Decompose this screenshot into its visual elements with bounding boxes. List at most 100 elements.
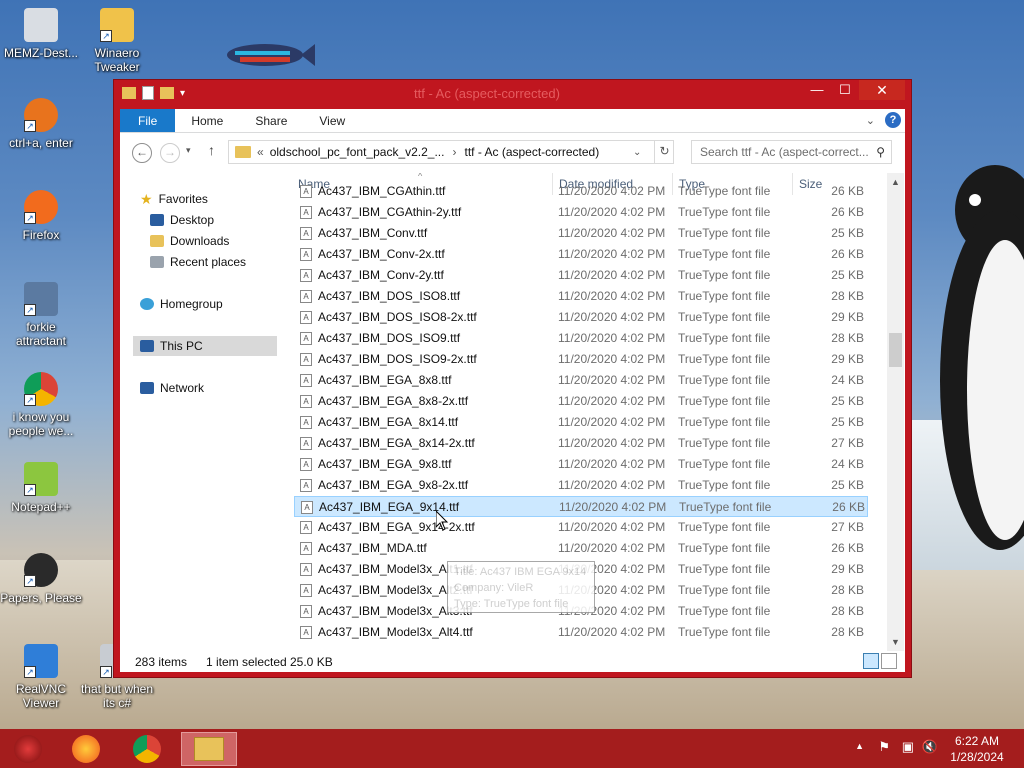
file-size: 26 KB	[831, 205, 864, 219]
file-row[interactable]: A Ac437_IBM_MDA.ttf 11/20/2020 4:02 PM True…	[294, 538, 868, 559]
tab-view[interactable]: View	[303, 109, 361, 132]
large-icons-view-icon[interactable]	[881, 653, 897, 669]
scroll-up-icon[interactable]: ▲	[887, 177, 904, 187]
file-row[interactable]: A Ac437_IBM_DOS_ISO9-2x.ttf 11/20/2020 4:0…	[294, 349, 868, 370]
file-row[interactable]: A Ac437_IBM_EGA_8x8-2x.ttf 11/20/2020 4:02…	[294, 391, 868, 412]
nav-downloads[interactable]: Downloads	[150, 231, 229, 251]
file-row[interactable]: A Ac437_IBM_Conv-2y.ttf 11/20/2020 4:02 PM…	[294, 265, 868, 286]
desktop-icon-forkie[interactable]: ↗ forkie attractant	[0, 282, 82, 348]
title-bar[interactable]: ▾ ttf - Ac (aspect-corrected) — ☐ ✕	[114, 80, 911, 108]
network-tray-icon[interactable]: ▣	[902, 739, 914, 755]
file-row[interactable]: A Ac437_IBM_EGA_8x14-2x.ttf 11/20/2020 4:0…	[294, 433, 868, 454]
action-center-flag-icon[interactable]: ⚑	[878, 739, 890, 755]
window-title: ttf - Ac (aspect-corrected)	[414, 86, 560, 101]
fish-wallpaper	[227, 44, 315, 66]
clock[interactable]: 6:22 AM 1/28/2024	[946, 733, 1008, 765]
nav-recent-places[interactable]: Recent places	[150, 252, 246, 272]
file-row[interactable]: A Ac437_IBM_EGA_9x8.ttf 11/20/2020 4:02 PM…	[294, 454, 868, 475]
desktop-icon-papers-please[interactable]: ↗ Papers, Please	[0, 553, 82, 605]
back-button[interactable]: ←	[132, 143, 152, 163]
up-button[interactable]: ↑	[208, 142, 215, 158]
scroll-thumb[interactable]	[889, 333, 902, 367]
taskbar-firefox[interactable]	[58, 732, 114, 766]
file-row[interactable]: A Ac437_IBM_Conv-2x.ttf 11/20/2020 4:02 PM…	[294, 244, 868, 265]
file-row[interactable]: A Ac437_IBM_DOS_ISO8-2x.ttf 11/20/2020 4:0…	[294, 307, 868, 328]
desktop-icon-ctrl-a[interactable]: ↗ ctrl+a, enter	[0, 98, 82, 150]
file-row[interactable]: A Ac437_IBM_Conv.ttf 11/20/2020 4:02 PM Tru…	[294, 223, 868, 244]
breadcrumb-current[interactable]: ttf - Ac (aspect-corrected)	[464, 145, 599, 159]
desktop-icon-label: Firefox	[22, 228, 60, 242]
nav-homegroup[interactable]: Homegroup	[140, 294, 223, 314]
nav-network[interactable]: Network	[140, 378, 204, 398]
details-view-icon[interactable]	[863, 653, 879, 669]
show-hidden-icons-icon[interactable]: ▲	[855, 741, 864, 751]
desktop-icon-winaero[interactable]: ↗ Winaero Tweaker	[76, 8, 158, 74]
nav-this-pc[interactable]: This PC	[133, 336, 277, 356]
file-type: TrueType font file	[678, 247, 771, 261]
file-size: 26 KB	[831, 247, 864, 261]
desktop-icon-realvnc[interactable]: ↗ RealVNC Viewer	[0, 644, 82, 710]
desktop-icon-memz[interactable]: MEMZ-Dest...	[0, 8, 82, 60]
taskbar: ▲ ⚑ ▣ 🔇 6:22 AM 1/28/2024	[0, 729, 1024, 768]
file-row[interactable]: A Ac437_IBM_EGA_8x14.ttf 11/20/2020 4:02 P…	[294, 412, 868, 433]
file-date: 11/20/2020 4:02 PM	[558, 394, 666, 408]
chevron-down-icon[interactable]: ▾	[180, 88, 185, 99]
maximize-button[interactable]: ☐	[831, 80, 859, 100]
font-file-icon: A	[300, 374, 312, 387]
file-row[interactable]: A Ac437_IBM_EGA_8x8.ttf 11/20/2020 4:02 PM…	[294, 370, 868, 391]
refresh-button[interactable]: ↻	[654, 140, 674, 164]
nav-favorites[interactable]: ★ Favorites	[140, 189, 208, 209]
folder-icon	[235, 146, 251, 158]
file-row[interactable]: A Ac437_IBM_EGA_9x14.ttf 11/20/2020 4:02 P…	[294, 496, 868, 517]
nav-label: Recent places	[170, 255, 247, 269]
breadcrumb-font-pack[interactable]: oldschool_pc_font_pack_v2.2_...	[270, 145, 445, 159]
help-icon[interactable]: ?	[885, 112, 901, 128]
taskbar-chrome[interactable]	[119, 732, 175, 766]
nav-label: Favorites	[158, 192, 208, 206]
tab-home[interactable]: Home	[175, 109, 239, 132]
tab-file[interactable]: File	[120, 109, 176, 132]
file-row[interactable]: A Ac437_IBM_DOS_ISO8.ttf 11/20/2020 4:02 P…	[294, 286, 868, 307]
font-file-icon: A	[300, 227, 312, 240]
start-button[interactable]	[0, 732, 56, 766]
file-size: 26 KB	[831, 184, 864, 198]
volume-muted-icon[interactable]: 🔇	[922, 739, 938, 755]
tab-share[interactable]: Share	[239, 109, 303, 132]
search-input[interactable]: Search ttf - Ac (aspect-correct... ⚲	[691, 140, 892, 164]
file-name: Ac437_IBM_Model3x_Alt4.ttf	[318, 625, 473, 639]
file-type: TrueType font file	[678, 436, 771, 450]
file-row[interactable]: A Ac437_IBM_CGAthin-2y.ttf 11/20/2020 4:02…	[294, 202, 868, 223]
scroll-down-icon[interactable]: ▼	[887, 637, 904, 647]
address-bar[interactable]: « oldschool_pc_font_pack_v2.2_... › ttf …	[228, 140, 674, 164]
file-row[interactable]: A Ac437_IBM_CGAthin.ttf 11/20/2020 4:02 PM…	[294, 181, 868, 202]
forward-button[interactable]: →	[160, 143, 180, 163]
file-name: Ac437_IBM_Conv-2y.ttf	[318, 268, 444, 282]
desktop-icon-notepadpp[interactable]: ↗ Notepad++	[0, 462, 82, 514]
papers-please-icon: ↗	[24, 553, 58, 587]
file-name: Ac437_IBM_Conv-2x.ttf	[318, 247, 445, 261]
file-size: 28 KB	[831, 289, 864, 303]
properties-icon[interactable]	[142, 86, 154, 100]
ribbon: File Home Share View ⌄ ?	[120, 109, 905, 133]
file-row[interactable]: A Ac437_IBM_DOS_ISO9.ttf 11/20/2020 4:02 P…	[294, 328, 868, 349]
taskbar-file-explorer[interactable]	[181, 732, 237, 766]
breadcrumb-overflow[interactable]: «	[257, 145, 264, 159]
vertical-scrollbar[interactable]: ▲ ▼	[887, 173, 904, 651]
new-folder-icon[interactable]	[160, 87, 174, 99]
desktop-icon-firefox[interactable]: ↗ Firefox	[0, 190, 82, 242]
expand-ribbon-icon[interactable]: ⌄	[866, 114, 875, 127]
minimize-button[interactable]: —	[803, 80, 831, 100]
file-row[interactable]: A Ac437_IBM_EGA_9x14-2x.ttf 11/20/2020 4:0…	[294, 517, 868, 538]
close-button[interactable]: ✕	[859, 80, 905, 100]
folder-icon[interactable]	[122, 87, 136, 99]
file-row[interactable]: A Ac437_IBM_Model3x_Alt4.ttf 11/20/2020 4:…	[294, 622, 868, 643]
recent-locations-icon[interactable]: ▾	[186, 145, 191, 156]
font-file-icon: A	[300, 332, 312, 345]
file-row[interactable]: A Ac437_IBM_EGA_9x8-2x.ttf 11/20/2020 4:02…	[294, 475, 868, 496]
nav-desktop[interactable]: Desktop	[150, 210, 214, 230]
search-placeholder: Search ttf - Ac (aspect-correct...	[700, 145, 869, 159]
file-size: 28 KB	[831, 604, 864, 618]
file-type: TrueType font file	[678, 268, 771, 282]
desktop-icon-chrome-shortcut[interactable]: ↗ i know you people we...	[0, 372, 82, 438]
address-dropdown-icon[interactable]: ⌄	[633, 147, 641, 158]
